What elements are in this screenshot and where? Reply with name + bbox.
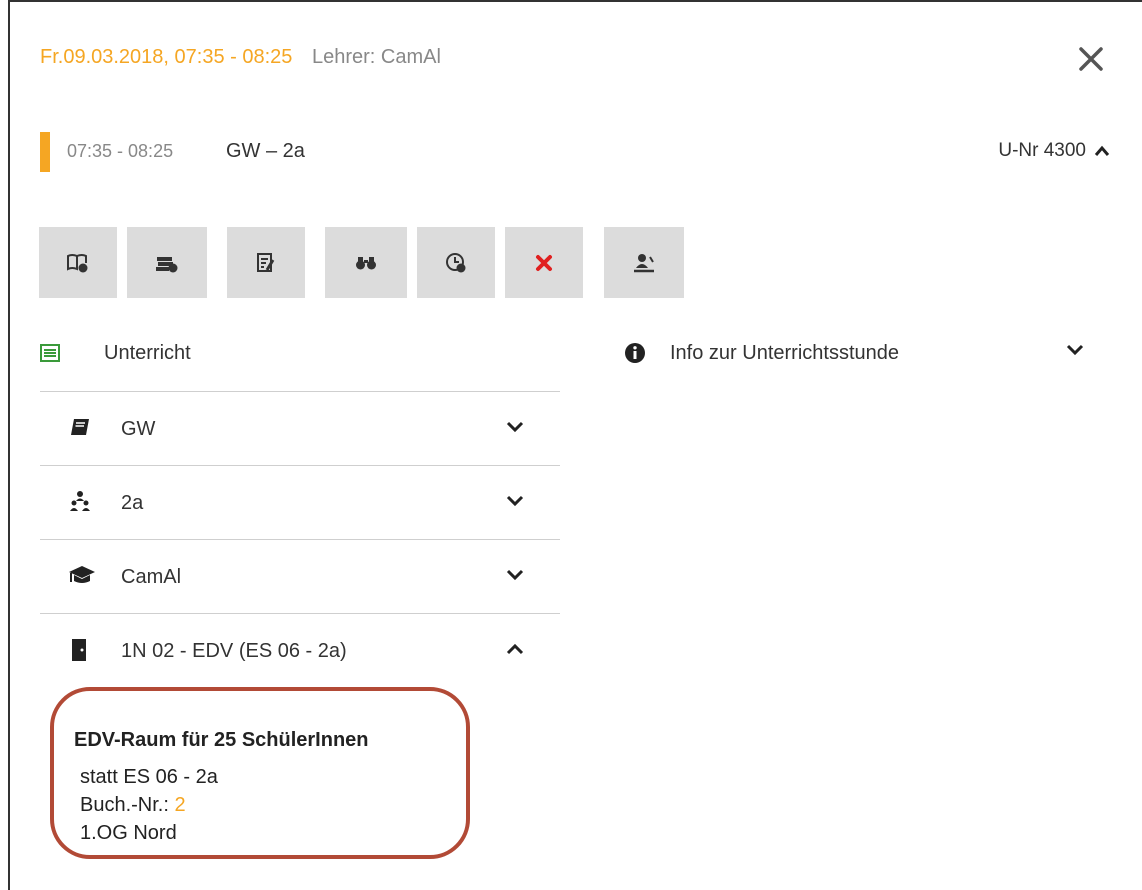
lesson-time: 07:35 - 08:25 [67,141,174,161]
row-label: CamAl [121,566,182,588]
row-class[interactable]: 2a [40,465,560,539]
lesson-summary: 07:35 - 08:25 GW – 2a U-Nr 4300 [40,132,1110,172]
close-button[interactable] [1076,44,1106,74]
close-icon [1079,47,1103,71]
row-label: GW [121,418,156,440]
dialog-header: Fr.09.03.2018, 07:35 - 08:25 Lehrer: Cam… [40,46,441,69]
books-info-button[interactable] [127,227,207,298]
info-icon [625,343,645,363]
lesson-color-bar [40,132,50,172]
graduation-cap-icon [69,566,95,583]
row-label: 2a [121,492,144,514]
binoculars-button[interactable] [325,227,407,298]
binoculars-icon [356,256,376,269]
booking-line: Buch.-Nr.: 2 [80,794,186,817]
section-label: Unterricht [104,342,191,364]
row-teacher[interactable]: CamAl [40,539,560,613]
chevron-up-icon [1094,145,1110,156]
book-icon [71,419,89,435]
room-detail-box: EDV-Raum für 25 SchülerInnen statt ES 06… [50,687,470,859]
unterricht-section-header: Unterricht [40,336,560,376]
cancel-lesson-button[interactable] [505,227,583,298]
chevron-down-icon [506,569,524,581]
chevron-up-icon [506,643,524,655]
edit-note-button[interactable] [227,227,305,298]
lesson-datetime: Fr.09.03.2018, 07:35 - 08:25 [40,46,293,68]
booking-number: 2 [174,794,186,816]
chevron-down-icon [506,495,524,507]
unr-label: U-Nr 4300 [998,140,1086,161]
lesson-teacher: Lehrer: CamAl [311,46,441,68]
substitute-person-icon [634,253,654,272]
clock-add-icon [446,252,466,272]
books-info-icon [156,256,178,272]
class-group-icon [70,491,90,511]
info-toggle[interactable]: Info zur Unterrichtsstunde [624,336,1092,376]
unr-toggle[interactable]: U-Nr 4300 [998,140,1110,162]
booking-label: Buch.-Nr.: [80,794,169,816]
edit-note-icon [257,252,275,272]
table-list-icon [40,344,60,362]
book-info-button[interactable] [39,227,117,298]
door-icon [72,639,86,661]
chevron-down-icon [506,421,524,433]
clock-add-button[interactable] [417,227,495,298]
room-detail-title: EDV-Raum für 25 SchülerInnen [74,729,369,751]
book-info-icon [67,253,88,272]
cancel-x-icon [536,254,552,271]
lesson-title: GW – 2a [226,140,305,162]
room-location: 1.OG Nord [80,822,177,844]
row-subject[interactable]: GW [40,391,560,465]
info-label: Info zur Unterrichtsstunde [670,342,899,364]
substitute-button[interactable] [604,227,684,298]
row-label: 1N 02 - EDV (ES 06 - 2a) [121,640,347,662]
row-room[interactable]: 1N 02 - EDV (ES 06 - 2a) [40,613,560,687]
chevron-down-icon [1066,344,1084,356]
room-instead: statt ES 06 - 2a [80,766,218,788]
